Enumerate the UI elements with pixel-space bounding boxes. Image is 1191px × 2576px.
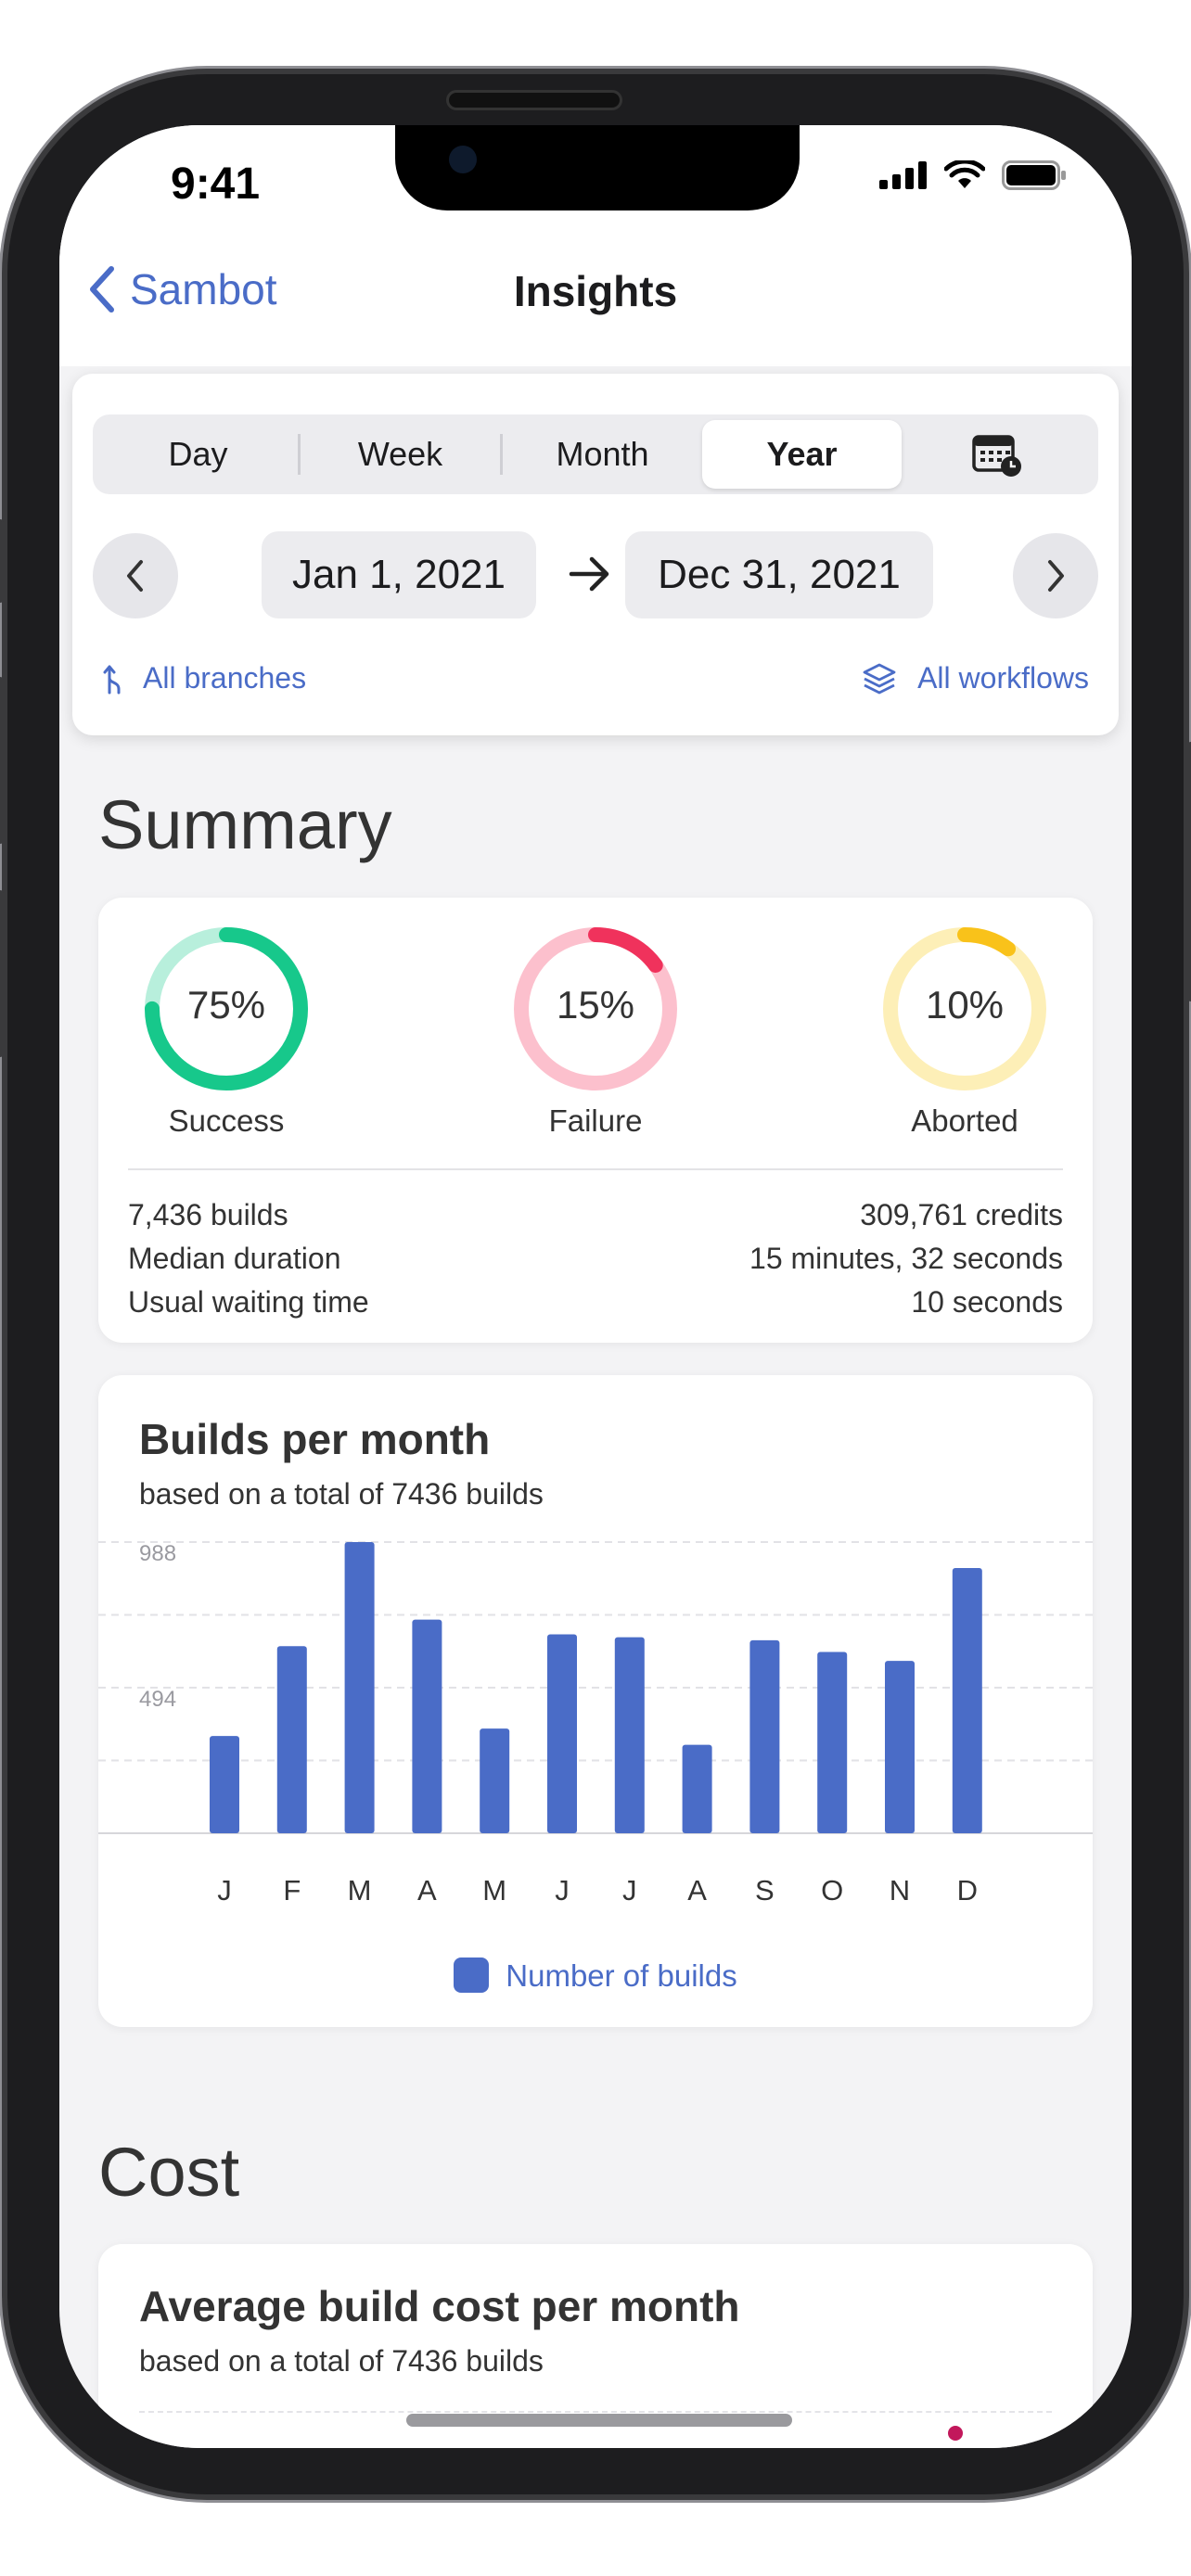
summary-card: 75% Success 15% Failure 10% Aborted 7,43… <box>98 898 1093 1343</box>
filter-links: All branches All workflows <box>93 661 1098 708</box>
failure-rate: 15% Failure <box>512 925 698 1139</box>
stat-waiting-value: 10 seconds <box>911 1285 1063 1319</box>
stat-credits: 309,761 credits <box>860 1198 1063 1231</box>
builds-bar-chart: 988 494 J F M A M J J A S O N D <box>98 1541 1093 1906</box>
notch <box>395 125 800 210</box>
x-tick-label: J <box>555 1874 570 1906</box>
bar-9 <box>817 1651 848 1833</box>
bar-3 <box>412 1619 442 1833</box>
stat-row-waiting: Usual waiting time 10 seconds <box>128 1285 1063 1326</box>
x-tick-label: A <box>687 1874 707 1906</box>
custom-range-button[interactable] <box>902 431 1093 478</box>
screen: 9:41 Sambot Insights Day Week Month Year… <box>59 125 1132 2448</box>
success-label: Success <box>168 1103 285 1138</box>
arrow-right-icon <box>569 556 609 592</box>
status-icons <box>879 160 1067 190</box>
bar-0 <box>210 1736 239 1833</box>
wifi-icon <box>944 160 985 188</box>
failure-label: Failure <box>548 1103 643 1138</box>
start-date-field[interactable]: Jan 1, 2021 <box>262 531 536 618</box>
x-tick-label: M <box>482 1874 506 1906</box>
status-time: 9:41 <box>171 159 261 209</box>
y-tick-label: 988 <box>139 1541 176 1566</box>
stat-waiting-label: Usual waiting time <box>128 1285 369 1319</box>
date-range-row: Jan 1, 2021 Dec 31, 2021 <box>93 529 1098 622</box>
builds-chart-card: Builds per month based on a total of 743… <box>98 1375 1093 2027</box>
stat-duration-value: 15 minutes, 32 seconds <box>749 1242 1063 1275</box>
success-rate: 75% Success <box>143 925 328 1139</box>
next-period-button[interactable] <box>1013 533 1098 618</box>
x-tick-label: F <box>283 1874 301 1906</box>
x-tick-label: J <box>217 1874 232 1906</box>
x-tick-label: A <box>417 1874 437 1906</box>
cost-chart-subtitle: based on a total of 7436 builds <box>139 2344 544 2378</box>
x-tick-label: S <box>755 1874 775 1906</box>
period-segmented-control: Day Week Month Year <box>93 414 1098 494</box>
page-title: Insights <box>513 267 678 315</box>
x-tick-label: O <box>821 1874 843 1906</box>
calendar-clock-icon <box>972 435 1021 477</box>
legend-label: Number of builds <box>506 1958 737 1993</box>
bar-11 <box>952 1567 982 1833</box>
bar-7 <box>682 1744 712 1833</box>
volume-down-button <box>0 890 4 1057</box>
cost-chart-title: Average build cost per month <box>139 2282 740 2330</box>
legend-swatch <box>454 1958 490 1993</box>
x-tick-label: J <box>622 1874 637 1906</box>
chevron-right-icon <box>1048 560 1064 592</box>
summary-divider <box>128 1168 1063 1170</box>
chart-subtitle: based on a total of 7436 builds <box>139 1477 544 1511</box>
cost-data-point <box>948 2426 963 2441</box>
aborted-label: Aborted <box>911 1103 1018 1138</box>
power-button <box>1187 742 1191 1001</box>
workflows-filter[interactable]: All workflows <box>862 661 1089 695</box>
chart-title: Builds per month <box>139 1415 491 1463</box>
layers-icon <box>863 663 896 694</box>
cost-gridline <box>139 2411 1052 2413</box>
cellular-signal-icon <box>879 161 927 189</box>
x-tick-label: M <box>348 1874 372 1906</box>
workflows-label: All workflows <box>917 661 1089 695</box>
segment-week[interactable]: Week <box>301 420 500 489</box>
bar-5 <box>547 1634 577 1833</box>
segment-month[interactable]: Month <box>503 420 702 489</box>
stat-row-builds: 7,436 builds 309,761 credits <box>128 1198 1063 1239</box>
bar-1 <box>276 1646 307 1833</box>
previous-period-button[interactable] <box>93 533 178 618</box>
summary-heading: Summary <box>98 786 392 863</box>
battery-icon <box>1002 160 1066 190</box>
bar-10 <box>885 1661 915 1833</box>
branches-filter[interactable]: All branches <box>102 661 306 695</box>
mute-switch <box>0 519 4 603</box>
failure-percent: 15% <box>556 983 635 1027</box>
stat-duration-label: Median duration <box>128 1242 341 1275</box>
stat-builds: 7,436 builds <box>128 1198 288 1231</box>
x-tick-label: D <box>957 1874 978 1906</box>
stat-row-duration: Median duration 15 minutes, 32 seconds <box>128 1242 1063 1282</box>
aborted-rate: 10% Aborted <box>881 925 1067 1139</box>
bar-6 <box>614 1637 645 1833</box>
bar-8 <box>749 1639 780 1833</box>
volume-up-button <box>0 677 4 844</box>
branch-icon <box>103 665 121 694</box>
aborted-percent: 10% <box>925 983 1005 1027</box>
chart-legend: Number of builds <box>98 1958 1093 1994</box>
filter-card: Day Week Month Year Jan 1, 2021 Dec 31, … <box>72 374 1119 735</box>
branches-label: All branches <box>143 661 307 695</box>
home-indicator <box>406 2414 792 2427</box>
segment-year[interactable]: Year <box>702 420 902 489</box>
x-tick-label: N <box>890 1874 910 1906</box>
bar-4 <box>480 1728 510 1833</box>
front-camera <box>449 146 477 173</box>
end-date-field[interactable]: Dec 31, 2021 <box>625 531 933 618</box>
speaker-grille <box>446 90 622 110</box>
bar-2 <box>344 1542 375 1833</box>
success-percent: 75% <box>186 983 266 1027</box>
y-tick-label: 494 <box>139 1687 176 1712</box>
segment-day[interactable]: Day <box>98 420 298 489</box>
cost-heading: Cost <box>98 2134 240 2211</box>
chevron-left-icon <box>127 560 143 592</box>
